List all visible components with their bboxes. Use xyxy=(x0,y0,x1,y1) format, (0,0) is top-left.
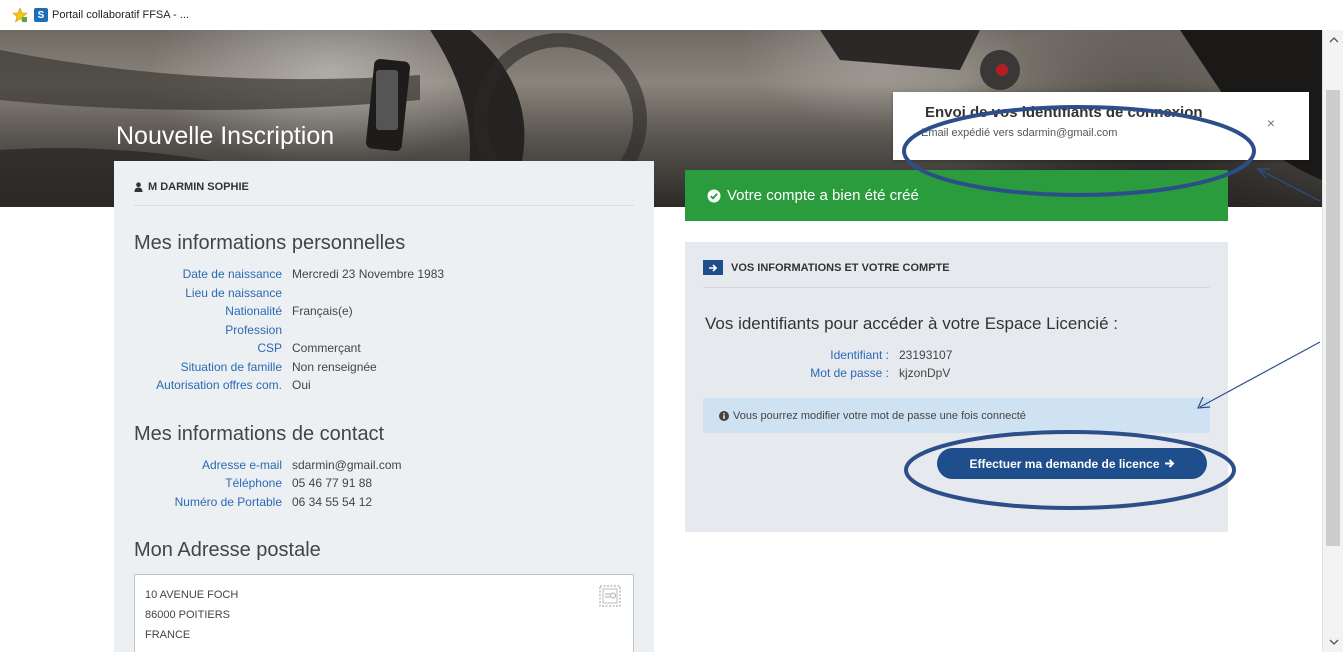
notice-text: Vous pourrez modifier votre mot de passe… xyxy=(733,409,1026,422)
info-label: Téléphone xyxy=(225,476,282,490)
password-label: Mot de passe : xyxy=(810,366,889,380)
success-banner: Votre compte a bien été créé xyxy=(685,170,1228,221)
arrow-right-icon xyxy=(1164,459,1174,468)
identifier-label: Identifiant : xyxy=(830,348,889,362)
identifier-value: 23193107 xyxy=(899,348,953,362)
info-label: CSP xyxy=(257,341,282,355)
page-viewport: Nouvelle Inscription M DARMIN SOPHIE Mes… xyxy=(0,30,1322,652)
scroll-down-icon[interactable] xyxy=(1323,632,1343,652)
browser-tab-title[interactable]: Portail collaboratif FFSA - ... xyxy=(52,9,189,21)
info-row: Profession xyxy=(134,321,634,340)
credential-row: Mot de passe : kjzonDpV xyxy=(703,364,1210,382)
address-line: 86000 POITIERS xyxy=(145,609,230,621)
arrow-right-icon xyxy=(703,260,723,275)
info-icon xyxy=(719,410,729,421)
info-value: Français(e) xyxy=(292,304,353,318)
account-header-text: VOS INFORMATIONS ET VOTRE COMPTE xyxy=(731,261,950,274)
success-message: Votre compte a bien été créé xyxy=(727,187,919,204)
info-label: Numéro de Portable xyxy=(174,494,282,509)
address-title: Mon Adresse postale xyxy=(134,539,321,561)
info-row: Date de naissance Mercredi 23 Novembre 19… xyxy=(134,265,634,284)
info-label: Situation de famille xyxy=(180,359,282,374)
check-circle-icon xyxy=(707,189,721,202)
personal-info-title: Mes informations personnelles xyxy=(134,232,406,254)
licence-button-label: Effectuer ma demande de licence xyxy=(969,456,1160,471)
password-notice: Vous pourrez modifier votre mot de passe… xyxy=(703,398,1210,433)
account-card: VOS INFORMATIONS ET VOTRE COMPTE Vos ide… xyxy=(685,242,1228,532)
info-row: Autorisation offres com. Oui xyxy=(134,376,634,395)
info-label: Autorisation offres com. xyxy=(156,378,282,392)
contact-info-list: Adresse e-mail sdarmin@gmail.com Téléphon… xyxy=(134,456,634,512)
info-value: sdarmin@gmail.com xyxy=(292,457,402,472)
info-value: Oui xyxy=(292,378,311,392)
user-name: M DARMIN SOPHIE xyxy=(148,181,249,193)
credentials-subtitle: Vos identifiants pour accéder à votre Es… xyxy=(705,314,1118,333)
info-row: CSP Commerçant xyxy=(134,339,634,358)
notification-toast: Envoi de vos identifiants de connexion E… xyxy=(893,92,1309,160)
address-box: 10 AVENUE FOCH 86000 POITIERS FRANCE xyxy=(134,574,634,652)
close-icon[interactable]: × xyxy=(1264,116,1278,130)
profile-card: M DARMIN SOPHIE Mes informations personn… xyxy=(114,161,654,652)
info-value: Mercredi 23 Novembre 1983 xyxy=(292,267,445,281)
scrollbar-thumb[interactable] xyxy=(1326,90,1340,546)
info-row: Téléphone 05 46 77 91 88 xyxy=(134,474,634,493)
licence-request-button[interactable]: Effectuer ma demande de licence xyxy=(937,448,1207,479)
toast-title: Envoi de vos identifiants de connexion xyxy=(925,104,1203,121)
toast-text: Email expédié vers sdarmin@gmail.com xyxy=(921,127,1118,139)
user-icon xyxy=(134,182,143,192)
info-value: Non renseignée xyxy=(292,359,377,374)
stamp-icon xyxy=(599,585,621,607)
account-header: VOS INFORMATIONS ET VOTRE COMPTE xyxy=(703,260,1210,288)
info-label: Lieu de naissance xyxy=(185,285,282,300)
personal-info-list: Date de naissance Mercredi 23 Novembre 19… xyxy=(134,265,634,395)
info-value: 05 46 77 91 88 xyxy=(292,476,373,490)
favorites-star-icon[interactable] xyxy=(12,7,28,23)
info-label: Date de naissance xyxy=(182,267,282,281)
scroll-up-icon[interactable] xyxy=(1323,30,1343,50)
password-value: kjzonDpV xyxy=(899,366,951,380)
info-row: Numéro de Portable 06 34 55 54 12 xyxy=(134,493,634,512)
vertical-scrollbar[interactable] xyxy=(1322,30,1343,652)
info-value: Commerçant xyxy=(292,341,361,355)
browser-tab-bar: S Portail collaboratif FFSA - ... xyxy=(0,0,1343,30)
info-row: Adresse e-mail sdarmin@gmail.com xyxy=(134,456,634,475)
info-row: Lieu de naissance xyxy=(134,284,634,303)
info-label: Adresse e-mail xyxy=(201,457,282,472)
info-row: Situation de famille Non renseignée xyxy=(134,358,634,377)
address-line: 10 AVENUE FOCH xyxy=(145,589,239,601)
address-line: FRANCE xyxy=(145,629,191,641)
info-value: 06 34 55 54 12 xyxy=(292,494,373,509)
info-label: Nationalité xyxy=(225,304,282,318)
contact-info-title: Mes informations de contact xyxy=(134,422,385,445)
sharepoint-icon: S xyxy=(34,8,48,22)
info-label: Profession xyxy=(225,322,282,337)
info-row: Nationalité Français(e) xyxy=(134,302,634,321)
credential-row: Identifiant : 23193107 xyxy=(703,346,1210,364)
page-title: Nouvelle Inscription xyxy=(116,122,335,150)
user-header: M DARMIN SOPHIE xyxy=(134,181,634,206)
